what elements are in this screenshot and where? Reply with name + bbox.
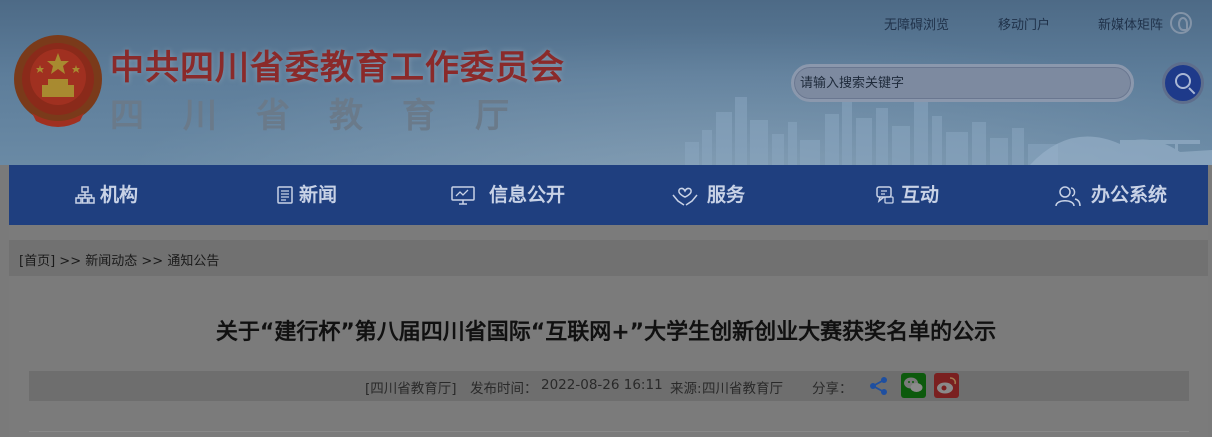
nav-item-info-disclosure[interactable]: 信息公开 [451,165,631,225]
site-title-education-department: 四川省教育厅 [110,96,548,136]
source-tag: [四川省教育厅] [365,381,457,397]
accessibility-link[interactable]: 无障碍浏览 [884,14,949,33]
search-box [791,64,1134,102]
breadcrumb-home[interactable]: [首页] [19,254,55,269]
breadcrumb-separator: >> [141,254,164,269]
weibo-share-button[interactable] [934,373,959,398]
chat-icon [876,186,894,204]
nav-item-service[interactable]: 服务 [672,165,812,225]
org-chart-icon [75,186,95,204]
national-emblem [14,35,102,127]
source-name: 四川省教育厅 [702,381,783,397]
nav-label: 服务 [707,184,746,206]
breadcrumb-notices[interactable]: 通知公告 [167,254,219,269]
site-title-party-committee: 中共四川省委教育工作委员会 [110,48,565,88]
new-media-icon[interactable] [1170,12,1192,34]
nav-label: 互动 [901,184,940,206]
hands-heart-icon [672,187,698,206]
nav-label: 机构 [100,184,139,206]
article-content-top [29,431,1189,437]
monitor-icon [451,186,475,205]
share-icon[interactable] [869,376,889,396]
nav-item-news[interactable]: 新闻 [275,165,415,225]
share-label: 分享： [812,381,853,397]
article-title: 关于“建行杯”第八届四川省国际“互联网+”大学生创新创业大赛获奖名单的公示 [215,320,997,345]
breadcrumb-separator: >> [59,254,82,269]
breadcrumb: [首页] >> 新闻动态 >> 通知公告 [19,250,219,269]
search-input[interactable] [800,73,1120,93]
nav-item-office-system[interactable]: 办公系统 [1054,165,1204,225]
nav-label: 信息公开 [489,184,566,206]
search-icon-handle [1188,87,1196,95]
wechat-share-button[interactable] [901,373,926,398]
nav-item-interaction[interactable]: 互动 [875,165,1015,225]
city-skyline-illustration [685,97,1212,165]
new-media-link[interactable]: 新媒体矩阵 [1098,14,1163,33]
site-header: 中共四川省委教育工作委员会 四川省教育厅 无障碍浏览 移动门户 新媒体矩阵 [0,0,1212,165]
users-icon [1055,186,1081,207]
nav-label: 办公系统 [1091,184,1168,206]
wechat-icon [904,377,923,392]
breadcrumb-news[interactable]: 新闻动态 [85,254,137,269]
nav-item-organization[interactable]: 机构 [75,165,215,225]
publish-time: 2022-08-26 16:11 [541,377,663,393]
weibo-icon [937,377,957,394]
news-icon [277,186,293,204]
source-label: 来源: [670,381,702,397]
mobile-portal-link[interactable]: 移动门户 [998,14,1050,33]
main-nav: 机构 新闻 信息公开 服务 互动 办公系统 [9,165,1208,225]
search-button[interactable] [1162,62,1204,104]
nav-label: 新闻 [299,184,338,206]
publish-label: 发布时间： [470,381,538,397]
